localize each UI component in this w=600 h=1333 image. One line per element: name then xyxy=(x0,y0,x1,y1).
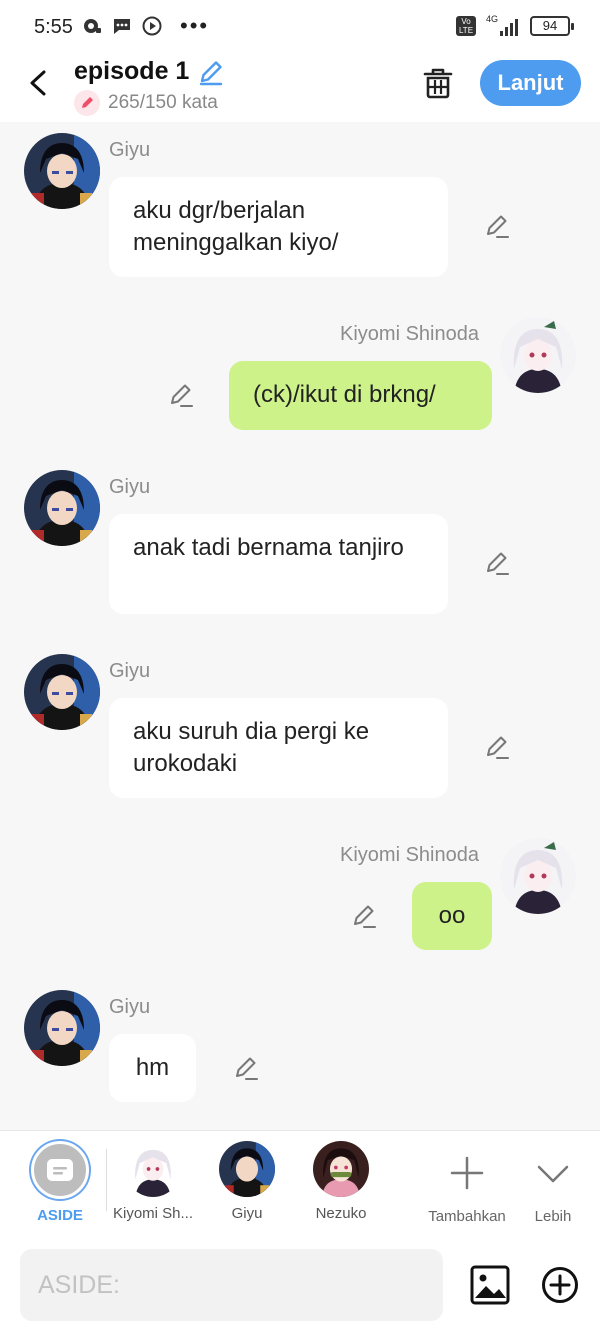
character-kiyomi[interactable]: Kiyomi Sh... xyxy=(110,1141,196,1222)
character-label: Kiyomi Sh... xyxy=(112,1205,194,1222)
more-notifications-icon: ••• xyxy=(180,13,210,38)
aside-icon xyxy=(31,1141,89,1199)
next-button[interactable]: Lanjut xyxy=(480,60,581,106)
avatar-giyu[interactable] xyxy=(24,654,100,730)
avatar-giyu[interactable] xyxy=(24,990,100,1066)
message-bubble[interactable]: anak tadi bernama tanjiro xyxy=(109,514,448,614)
speaker-name: Giyu xyxy=(109,660,151,682)
message-bubble[interactable]: hm xyxy=(109,1034,196,1102)
status-notification-icons: ••• xyxy=(82,13,210,38)
signal-icon: 4G xyxy=(486,14,520,36)
divider xyxy=(106,1149,107,1211)
image-icon[interactable] xyxy=(470,1265,510,1305)
more-button[interactable]: Lebih xyxy=(524,1141,582,1225)
character-selector: ASIDE Kiyomi Sh... Giyu Nezuko Tambahkan… xyxy=(0,1130,600,1238)
avatar-giyu xyxy=(219,1141,275,1197)
avatar-kiyomi xyxy=(125,1141,181,1197)
title-area: episode 1 xyxy=(74,57,225,86)
pencil-icon[interactable] xyxy=(232,1054,260,1082)
plus-icon xyxy=(450,1156,484,1190)
battery-level: 94 xyxy=(530,16,574,36)
media-icon xyxy=(142,16,162,36)
speaker-name: Giyu xyxy=(109,476,151,498)
character-label: Giyu xyxy=(231,1205,263,1222)
status-time: 5:55 xyxy=(34,16,73,38)
message-bubble[interactable]: aku dgr/berjalan meninggalkan kiyo/ xyxy=(109,177,448,277)
word-count: 265/150 kata xyxy=(108,92,218,113)
message-input[interactable] xyxy=(20,1249,443,1321)
character-nezuko[interactable]: Nezuko xyxy=(301,1141,381,1222)
avatar-kiyomi[interactable] xyxy=(500,317,576,393)
edit-title-icon[interactable] xyxy=(197,58,225,86)
editor-header: episode 1 265/150 kata Lanjut xyxy=(0,56,600,122)
add-label: Tambahkan xyxy=(428,1208,506,1225)
trash-icon[interactable] xyxy=(421,66,455,100)
pencil-icon[interactable] xyxy=(483,549,511,577)
episode-title: episode 1 xyxy=(74,57,190,85)
status-bar: 5:55 ••• Vo LTE 4G 94 xyxy=(0,0,600,56)
back-icon[interactable] xyxy=(24,66,54,100)
pencil-icon[interactable] xyxy=(350,902,378,930)
volte-icon: Vo LTE xyxy=(456,16,476,36)
network-type: 4G xyxy=(486,14,499,24)
input-bar xyxy=(0,1238,600,1333)
word-count-area: 265/150 kata xyxy=(74,90,218,116)
word-count-pencil-icon xyxy=(74,90,100,116)
speaker-name: Giyu xyxy=(109,139,151,161)
character-aside[interactable]: ASIDE xyxy=(22,1141,98,1224)
pencil-icon[interactable] xyxy=(483,212,511,240)
character-label: Nezuko xyxy=(315,1205,367,1222)
avatar-nezuko xyxy=(313,1141,369,1197)
character-label: ASIDE xyxy=(37,1207,83,1224)
pencil-icon[interactable] xyxy=(483,733,511,761)
speaker-name: Giyu xyxy=(109,996,151,1018)
chevron-down-icon xyxy=(537,1165,569,1183)
speaker-name: Kiyomi Shinoda xyxy=(340,844,479,866)
message-bubble[interactable]: (ck)/ikut di brkng/ xyxy=(229,361,492,430)
avatar-giyu[interactable] xyxy=(24,133,100,209)
status-system-icons: Vo LTE 4G 94 xyxy=(456,14,574,36)
avatar-kiyomi[interactable] xyxy=(500,838,576,914)
message-bubble[interactable]: oo xyxy=(412,882,492,950)
message-bubble[interactable]: aku suruh dia pergi ke urokodaki xyxy=(109,698,448,798)
plus-circle-icon[interactable] xyxy=(541,1266,579,1304)
character-giyu[interactable]: Giyu xyxy=(208,1141,286,1222)
notification-app-icon xyxy=(82,16,102,36)
message-icon xyxy=(112,16,132,36)
add-character-button[interactable]: Tambahkan xyxy=(424,1141,510,1225)
pencil-icon[interactable] xyxy=(167,381,195,409)
more-label: Lebih xyxy=(534,1208,572,1225)
avatar-giyu[interactable] xyxy=(24,470,100,546)
speaker-name: Kiyomi Shinoda xyxy=(340,323,479,345)
